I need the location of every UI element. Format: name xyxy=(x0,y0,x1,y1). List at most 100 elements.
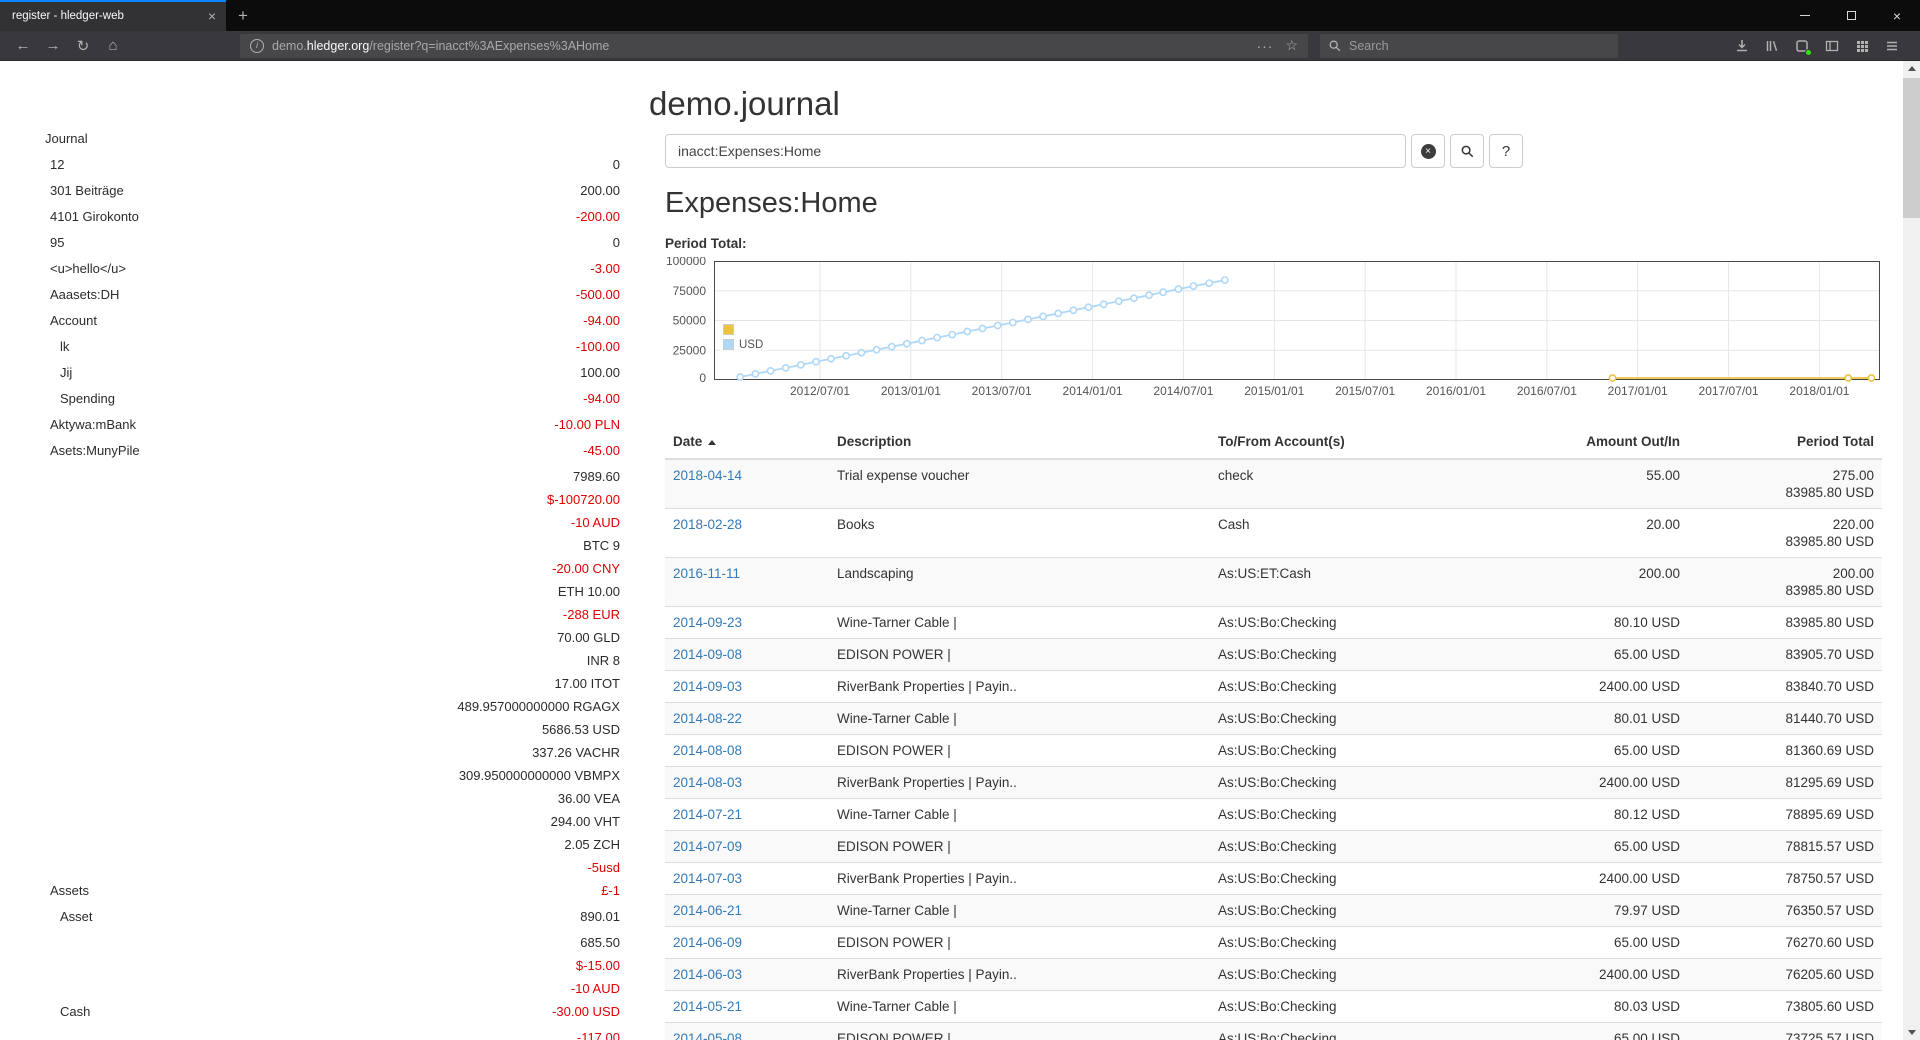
transaction-date-link[interactable]: 2016-11-11 xyxy=(673,566,740,581)
grid-icon[interactable] xyxy=(1850,33,1874,59)
transaction-date-link[interactable]: 2014-09-23 xyxy=(673,615,742,630)
account-link[interactable]: Assets xyxy=(22,879,89,902)
svg-text:2018/01/01: 2018/01/01 xyxy=(1789,384,1849,398)
home-button[interactable]: ⌂ xyxy=(98,33,128,59)
balance-amount: -94.00 xyxy=(583,309,620,332)
register-row[interactable]: 2014-06-09EDISON POWER |As:US:Bo:Checkin… xyxy=(665,927,1882,959)
register-row[interactable]: 2014-07-03RiverBank Properties | Payin..… xyxy=(665,863,1882,895)
account-link[interactable]: <u>hello</u> xyxy=(22,257,126,280)
scrollbar-up-arrow[interactable] xyxy=(1903,61,1920,76)
reload-button[interactable]: ↻ xyxy=(68,33,98,59)
transaction-date-link[interactable]: 2014-06-09 xyxy=(673,935,742,950)
column-header-amount[interactable]: Amount Out/In xyxy=(1510,425,1688,459)
site-info-icon[interactable]: i xyxy=(250,39,264,53)
transaction-date-link[interactable]: 2014-08-03 xyxy=(673,775,742,790)
download-icon[interactable] xyxy=(1730,33,1754,59)
scrollbar-down-arrow[interactable] xyxy=(1903,1025,1920,1040)
column-header-description[interactable]: Description xyxy=(829,425,1210,459)
transaction-date-link[interactable]: 2014-05-08 xyxy=(673,1031,742,1040)
transaction-date-link[interactable]: 2014-06-21 xyxy=(673,903,742,918)
transaction-date-link[interactable]: 2018-02-28 xyxy=(673,517,742,532)
transaction-description: EDISON POWER | xyxy=(829,1023,1210,1040)
search-query-button[interactable] xyxy=(1450,134,1484,168)
account-link[interactable]: 12 xyxy=(22,153,64,176)
column-header-date[interactable]: Date xyxy=(665,425,829,459)
browser-search-field[interactable]: Search xyxy=(1320,34,1618,58)
extension-icon[interactable] xyxy=(1790,33,1814,59)
transaction-date-link[interactable]: 2014-08-22 xyxy=(673,711,742,726)
back-button[interactable]: ← xyxy=(8,33,38,59)
window-maximize-button[interactable] xyxy=(1828,0,1874,31)
account-link[interactable]: Aktywa:mBank xyxy=(22,413,136,436)
transaction-description: EDISON POWER | xyxy=(829,639,1210,671)
transaction-date-link[interactable]: 2014-07-03 xyxy=(673,871,742,886)
account-link[interactable]: Spending xyxy=(22,387,115,410)
sidebar-heading-journal[interactable]: Journal xyxy=(22,127,620,150)
transaction-date-link[interactable]: 2014-09-08 xyxy=(673,647,742,662)
register-row[interactable]: 2014-08-22Wine-Tarner Cable |As:US:Bo:Ch… xyxy=(665,703,1882,735)
balance-amount: -5usd xyxy=(457,856,620,879)
column-header-period-total[interactable]: Period Total xyxy=(1688,425,1882,459)
balance-amount: 5686.53 USD xyxy=(457,718,620,741)
tab-close-icon[interactable]: × xyxy=(208,8,216,24)
balance-amount: 17.00 ITOT xyxy=(457,672,620,695)
library-icon[interactable] xyxy=(1760,33,1784,59)
account-link[interactable]: 95 xyxy=(22,231,64,254)
balance-amount: 7989.60 xyxy=(457,465,620,488)
scrollbar-thumb[interactable] xyxy=(1903,78,1920,218)
menu-hamburger-icon[interactable] xyxy=(1880,33,1904,59)
account-link[interactable]: Asets:MunyPile xyxy=(22,439,140,462)
address-bar[interactable]: i demo.hledger.org/register?q=inacct%3AE… xyxy=(240,34,1308,58)
account-link[interactable]: Aaasets:DH xyxy=(22,283,119,306)
window-minimize-button[interactable] xyxy=(1782,0,1828,31)
browser-tab[interactable]: register - hledger-web × xyxy=(0,0,226,31)
register-row[interactable]: 2014-05-21Wine-Tarner Cable |As:US:Bo:Ch… xyxy=(665,991,1882,1023)
account-link[interactable]: 301 Beiträge xyxy=(22,179,124,202)
transaction-description: RiverBank Properties | Payin.. xyxy=(829,671,1210,703)
help-button[interactable]: ? xyxy=(1489,134,1523,168)
url-text[interactable]: demo.hledger.org/register?q=inacct%3AExp… xyxy=(272,39,1252,53)
register-row[interactable]: 2014-08-08EDISON POWER |As:US:Bo:Checkin… xyxy=(665,735,1882,767)
query-input[interactable] xyxy=(665,134,1406,168)
bookmark-star-icon[interactable]: ☆ xyxy=(1285,37,1298,54)
sidebar-toggle-icon[interactable] xyxy=(1820,33,1844,59)
register-row[interactable]: 2014-05-08EDISON POWER |As:US:Bo:Checkin… xyxy=(665,1023,1882,1040)
register-row[interactable]: 2014-09-23Wine-Tarner Cable |As:US:Bo:Ch… xyxy=(665,607,1882,639)
search-icon xyxy=(1328,39,1342,53)
register-row[interactable]: 2014-08-03RiverBank Properties | Payin..… xyxy=(665,767,1882,799)
new-tab-button[interactable]: + xyxy=(226,0,260,31)
register-row[interactable]: 2014-07-09EDISON POWER |As:US:Bo:Checkin… xyxy=(665,831,1882,863)
register-row[interactable]: 2018-04-14Trial expense vouchercheck55.0… xyxy=(665,459,1882,509)
window-close-button[interactable]: × xyxy=(1874,0,1920,31)
account-link[interactable]: lk xyxy=(22,335,69,358)
period-total-cell: 83905.70 USD xyxy=(1688,639,1882,671)
transaction-date-link[interactable]: 2014-09-03 xyxy=(673,679,742,694)
transaction-date-link[interactable]: 2014-06-03 xyxy=(673,967,742,982)
transaction-amount: 65.00 USD xyxy=(1510,927,1688,959)
transaction-description: EDISON POWER | xyxy=(829,927,1210,959)
page-actions-icon[interactable]: ··· xyxy=(1256,38,1273,54)
register-row[interactable]: 2014-07-21Wine-Tarner Cable |As:US:Bo:Ch… xyxy=(665,799,1882,831)
register-row[interactable]: 2014-06-21Wine-Tarner Cable |As:US:Bo:Ch… xyxy=(665,895,1882,927)
register-row[interactable]: 2018-02-28BooksCash20.00220.0083985.80 U… xyxy=(665,509,1882,558)
column-header-account[interactable]: To/From Account(s) xyxy=(1210,425,1510,459)
transaction-date-link[interactable]: 2018-04-14 xyxy=(673,468,742,483)
transaction-date-link[interactable]: 2014-07-21 xyxy=(673,807,742,822)
transaction-amount: 2400.00 USD xyxy=(1510,767,1688,799)
balance-amount: 0 xyxy=(613,231,620,254)
account-link[interactable]: Cash xyxy=(22,1000,90,1023)
register-row[interactable]: 2014-06-03RiverBank Properties | Payin..… xyxy=(665,959,1882,991)
browser-tab-bar: register - hledger-web × + × xyxy=(0,0,1920,31)
transaction-date-link[interactable]: 2014-07-09 xyxy=(673,839,742,854)
transaction-date-link[interactable]: 2014-08-08 xyxy=(673,743,742,758)
transaction-date-link[interactable]: 2014-05-21 xyxy=(673,999,742,1014)
account-link[interactable]: 4101 Girokonto xyxy=(22,205,139,228)
clear-query-button[interactable]: × xyxy=(1411,134,1445,168)
forward-button[interactable]: → xyxy=(38,33,68,59)
account-link[interactable]: Jij xyxy=(22,361,72,384)
account-link[interactable]: Asset xyxy=(22,905,93,928)
register-row[interactable]: 2014-09-08EDISON POWER |As:US:Bo:Checkin… xyxy=(665,639,1882,671)
register-row[interactable]: 2014-09-03 RiverBank Properties | Payin..… xyxy=(665,671,1882,703)
account-link[interactable]: Account xyxy=(22,309,97,332)
register-row[interactable]: 2016-11-11LandscapingAs:US:ET:Cash200.00… xyxy=(665,558,1882,607)
